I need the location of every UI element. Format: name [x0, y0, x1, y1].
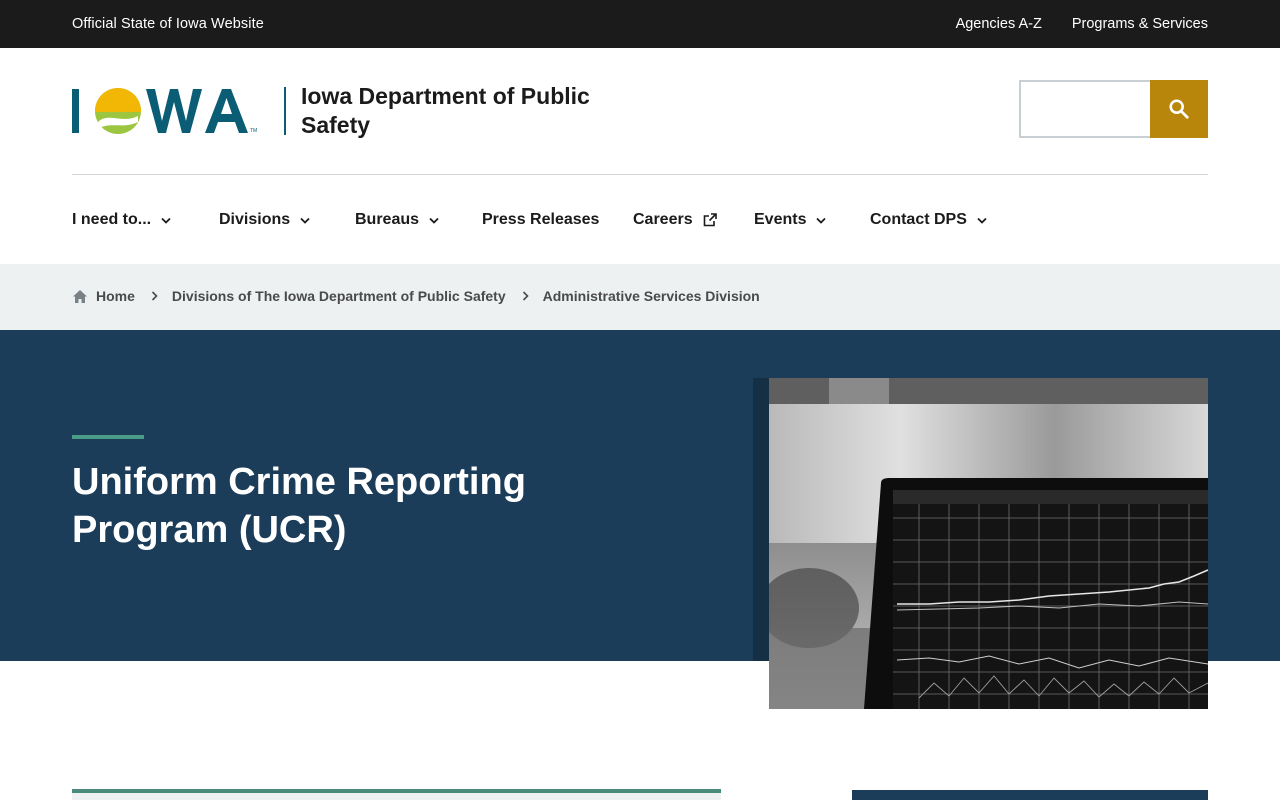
hero-image-laptop-chart [769, 378, 1208, 709]
nav-contact-dps[interactable]: Contact DPS [870, 211, 987, 229]
chevron-right-icon [522, 291, 529, 301]
nav-events[interactable]: Events [754, 211, 870, 229]
nav-label: Divisions [219, 211, 291, 228]
iowa-logo: TM [72, 88, 257, 134]
iowa-logo-link[interactable]: TM [72, 84, 286, 138]
official-site-label: Official State of Iowa Website [72, 16, 264, 32]
programs-services-link[interactable]: Programs & Services [1072, 16, 1208, 32]
search-icon [1169, 99, 1189, 119]
hero-image-shadow [753, 378, 769, 661]
nav-i-need-to[interactable]: I need to... [72, 211, 219, 229]
breadcrumb-current: Administrative Services Division [542, 288, 760, 304]
nav-label: I need to... [72, 211, 152, 228]
search-form [1019, 80, 1208, 138]
sidebar-card-top [852, 790, 1208, 800]
nav-bureaus[interactable]: Bureaus [355, 211, 482, 229]
home-icon [72, 289, 88, 304]
chevron-right-icon [151, 291, 158, 301]
nav-divisions[interactable]: Divisions [219, 211, 355, 229]
agencies-link[interactable]: Agencies A-Z [956, 16, 1042, 32]
breadcrumb-home[interactable]: Home [96, 288, 135, 304]
content-card-top [72, 789, 721, 800]
hero-accent-bar [72, 435, 144, 439]
nav-careers[interactable]: Careers [633, 211, 754, 229]
header-divider [72, 174, 1208, 175]
chevron-down-icon [161, 217, 171, 224]
main-nav: I need to... Divisions Bureaus Press Rel… [72, 208, 987, 232]
page-title: Uniform Crime Reporting Program (UCR) [72, 461, 526, 551]
breadcrumb: Home Divisions of The Iowa Department of… [0, 264, 1280, 330]
chevron-down-icon [977, 217, 987, 224]
chevron-down-icon [429, 217, 439, 224]
nav-label: Bureaus [355, 211, 420, 228]
chevron-down-icon [300, 217, 310, 224]
nav-label: Careers [633, 211, 693, 228]
nav-label: Contact DPS [870, 211, 967, 228]
utility-bar: Official State of Iowa Website Agencies … [0, 0, 1280, 48]
breadcrumb-divisions[interactable]: Divisions of The Iowa Department of Publ… [172, 288, 506, 304]
nav-label: Press Releases [482, 211, 600, 228]
search-input[interactable] [1019, 80, 1150, 138]
department-title[interactable]: Iowa Department of Public Safety [301, 82, 641, 140]
nav-label: Events [754, 211, 807, 228]
svg-text:TM: TM [250, 128, 257, 134]
nav-press-releases[interactable]: Press Releases [482, 211, 633, 229]
utility-links: Agencies A-Z Programs & Services [956, 16, 1208, 32]
chevron-down-icon [816, 217, 827, 224]
logo-divider [284, 87, 286, 135]
external-link-icon [703, 213, 717, 227]
search-button[interactable] [1150, 80, 1208, 138]
